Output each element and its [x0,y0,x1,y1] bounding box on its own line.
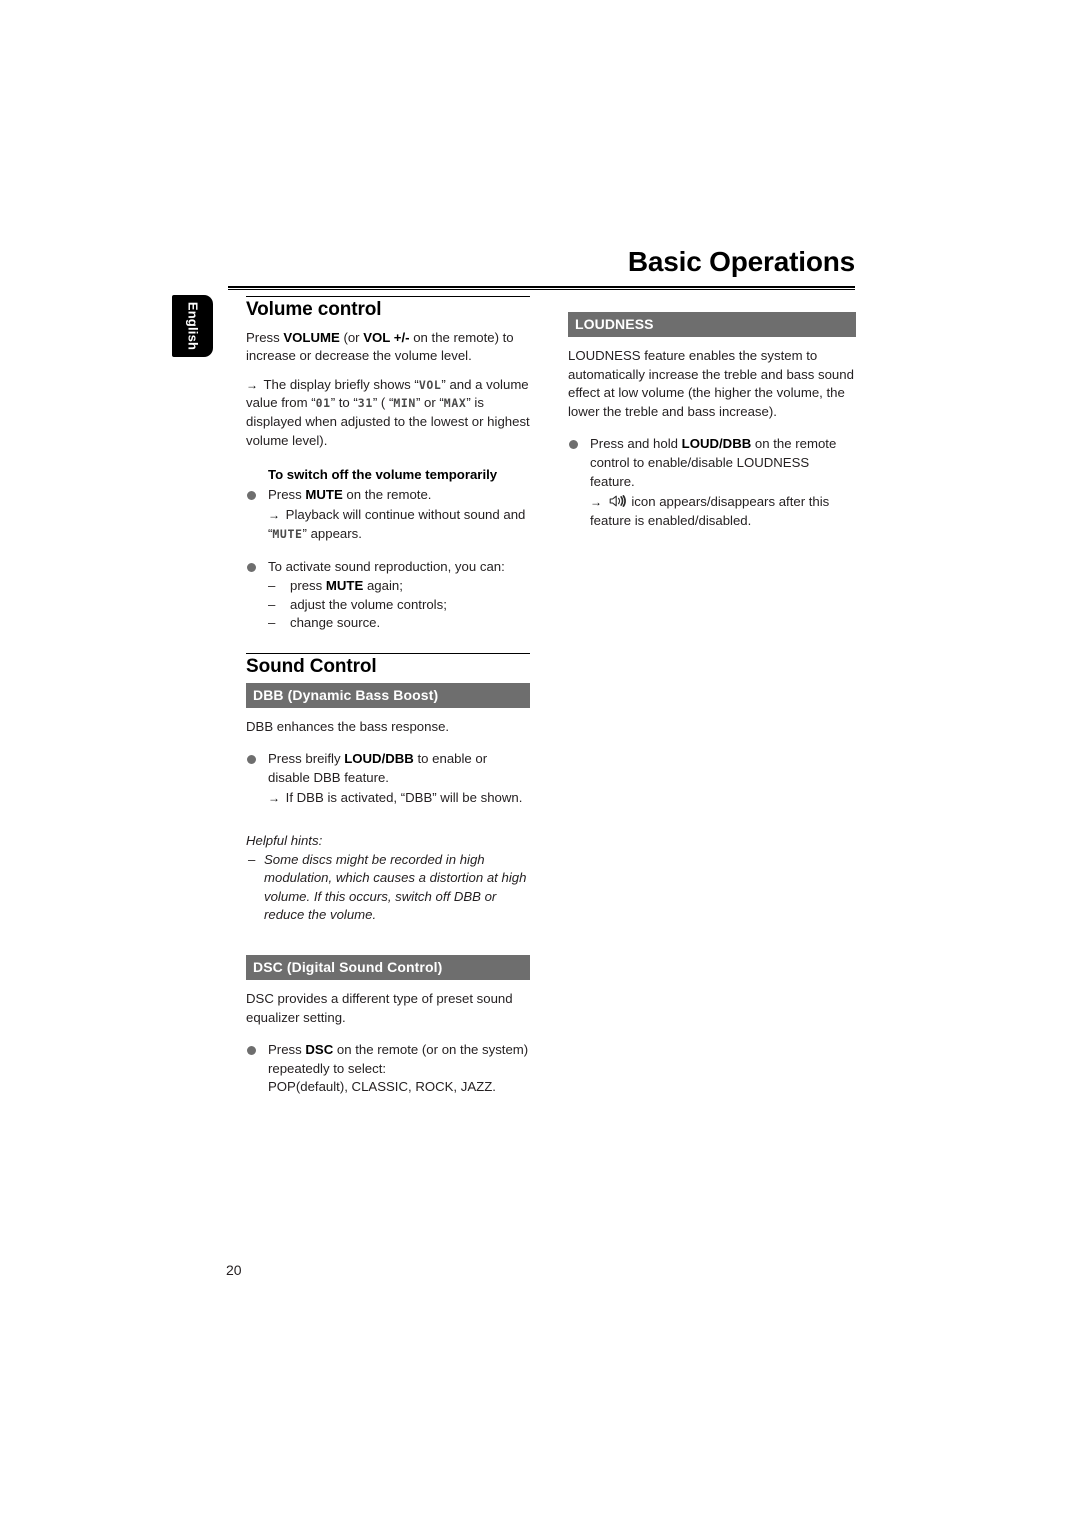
mute-result-row: → Playback will continue without sound a… [246,506,530,543]
volume-section-rule [246,296,530,297]
loudness-section-bar: LOUDNESS [568,312,856,338]
loudness-text-a: Press and hold [590,436,682,452]
list-item-text-a: press [290,578,326,594]
lcd-min-text: MIN [393,396,416,411]
left-column: Volume control Press VOLUME (or VOL +/- … [246,296,530,1097]
right-column: LOUDNESS LOUDNESS feature enables the sy… [568,296,856,530]
bullet-icon [247,562,256,572]
list-item-text: change source. [290,615,381,631]
lcd-min-value: 01 [315,396,331,411]
list-item-text: adjust the volume controls; [290,596,447,612]
dsc-text-a: Press [268,1042,306,1058]
dsc-button-label: DSC [305,1042,334,1058]
volume-display-text-d: ” ( “ [372,395,394,411]
dbb-result-text: If DBB is activated, “DBB” will be shown… [285,790,523,806]
list-item-text-b: again; [363,578,403,594]
dbb-description: DBB enhances the bass response. [246,718,450,734]
loud-dbb-button-label: LOUD/DBB [681,436,752,452]
loudness-result-row: → icon appears/disappears after this fea… [568,493,856,530]
lcd-vol-text: VOL [418,377,442,392]
list-item: – change source. [268,614,530,633]
loudness-result-text: icon appears/disappears after this featu… [590,494,830,528]
dash-icon: – [248,851,256,867]
mute-text-b: on the remote. [342,486,432,502]
bullet-icon [247,1046,256,1056]
volume-control-heading: Volume control [246,299,382,320]
mute-text-a: Press [268,486,306,502]
loudness-bullet-item: Press and hold LOUD/DBB on the remote co… [568,435,856,491]
manual-page: Basic Operations English Volume control … [0,0,1080,1528]
mute-button-label: MUTE [305,486,343,502]
activate-sound-bullet-item: To activate sound reproduction, you can: [246,558,530,577]
mute-button-label: MUTE [325,578,364,594]
dash-icon: – [268,578,276,594]
helpful-hints-text: Some discs might be recorded in high mod… [264,851,527,923]
volume-display-text-a: The display briefly shows “ [263,376,419,392]
arrow-icon: → [268,791,280,806]
mute-subheading: To switch off the volume temporarily [268,467,498,483]
arrow-icon: → [590,495,602,510]
language-tab: English [172,295,213,357]
vol-plusminus-label: VOL +/- [363,329,410,345]
activate-sound-text: To activate sound reproduction, you can: [268,558,505,574]
mute-bullet-item: Press MUTE on the remote. [246,486,530,505]
dash-icon: – [268,615,276,631]
list-item: – adjust the volume controls; [268,596,530,615]
dsc-bullet-item: Press DSC on the remote (or on the syste… [246,1041,530,1078]
sound-section-rule [246,652,530,654]
dbb-section-bar: DBB (Dynamic Bass Boost) [246,682,530,708]
bullet-icon [569,440,578,450]
dsc-preset-list: POP(default), CLASSIC, ROCK, JAZZ. [268,1079,496,1095]
language-tab-label: English [185,301,200,351]
lcd-max-value: 31 [357,396,373,411]
mute-result-text-b: ” appears. [302,525,362,541]
bullet-icon [247,490,256,500]
helpful-hints-item: – Some discs might be recorded in high m… [246,851,530,925]
arrow-icon: → [268,508,280,523]
loudness-description: LOUDNESS feature enables the system to a… [568,348,854,419]
page-title: Basic Operations [627,246,855,277]
bullet-icon [247,755,256,765]
lcd-max-text: MAX [443,396,467,411]
page-number: 20 [226,1262,242,1278]
header-divider [228,286,855,290]
dbb-result-row: → If DBB is activated, “DBB” will be sho… [246,789,530,808]
dbb-text-a: Press breifly [268,751,345,767]
loudness-speaker-icon [609,494,626,508]
list-item: – press MUTE again; [268,577,530,596]
arrow-icon: → [246,377,258,392]
dsc-section-bar: DSC (Digital Sound Control) [246,954,530,981]
loud-dbb-button-label: LOUD/DBB [344,751,414,767]
volume-intro-text-b: (or [339,329,364,345]
volume-display-text-c: ” to “ [330,395,358,411]
helpful-hints-title: Helpful hints: [246,832,323,848]
dsc-description: DSC provides a different type of preset … [246,991,513,1025]
volume-intro-text-a: Press [246,329,284,345]
volume-display-text-e: ” or “ [415,395,444,411]
lcd-mute-text: MUTE [272,526,303,541]
volume-button-label: VOLUME [283,329,340,345]
activate-sound-list: – press MUTE again; – adjust the volume … [246,577,530,633]
volume-intro-paragraph: Press VOLUME (or VOL +/- on the remote) … [246,329,530,366]
dbb-bullet-item: Press breifly LOUD/DBB to enable or disa… [246,750,530,787]
sound-control-heading: Sound Control [246,655,377,677]
volume-display-paragraph: → The display briefly shows “VOL” and a … [246,376,530,450]
dash-icon: – [268,596,276,612]
helpful-hints-block: Helpful hints: – Some discs might be rec… [246,832,530,925]
